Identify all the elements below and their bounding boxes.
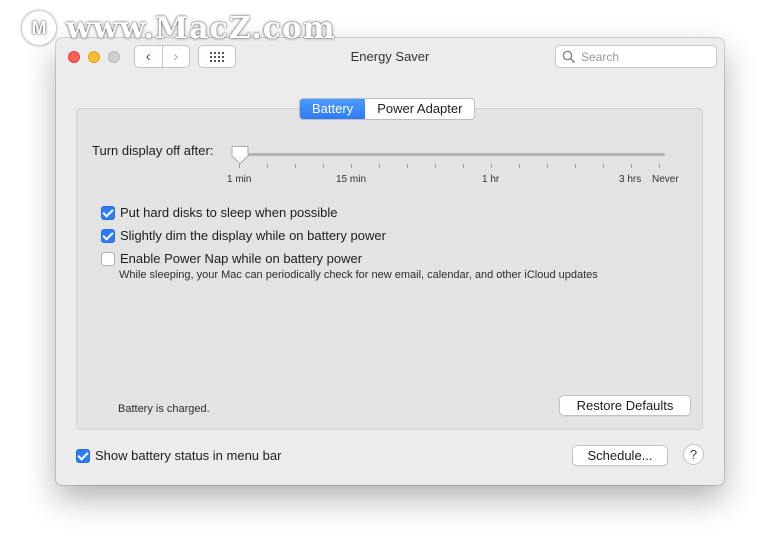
help-icon: ? <box>689 447 698 462</box>
slider-tick <box>463 164 464 168</box>
slider-tick <box>379 164 380 168</box>
slider-tick <box>239 164 240 168</box>
search-icon <box>562 50 575 63</box>
slider-tick <box>295 164 296 168</box>
watermark: M www.MacZ.com <box>22 8 336 48</box>
energy-saver-window: ‹ › Energy Saver Battery Power Adapter <box>56 38 724 485</box>
tab-power-adapter[interactable]: Power Adapter <box>365 99 474 119</box>
tab-bar: Battery Power Adapter <box>299 98 476 120</box>
option-menu-bar-status[interactable]: Show battery status in menu bar <box>76 448 281 463</box>
slider-tick <box>659 164 660 168</box>
slider-tick <box>435 164 436 168</box>
restore-defaults-button[interactable]: Restore Defaults <box>559 395 691 416</box>
slider-tick <box>575 164 576 168</box>
tab-battery[interactable]: Battery <box>300 99 366 119</box>
slider-tick <box>267 164 268 168</box>
power-nap-checkbox[interactable] <box>101 251 115 266</box>
slider-tick <box>323 164 324 168</box>
slider-tick <box>603 164 604 168</box>
watermark-logo: M <box>22 11 56 45</box>
display-sleep-label: Turn display off after: <box>92 143 214 158</box>
hard-disk-sleep-checkbox[interactable] <box>101 205 115 220</box>
tick-label-15-min: 15 min <box>336 174 367 185</box>
menu-bar-status-checkbox[interactable] <box>76 448 90 463</box>
battery-status-text: Battery is charged. <box>118 403 210 415</box>
display-sleep-slider-track[interactable] <box>232 153 665 156</box>
dim-display-checkbox[interactable] <box>101 228 115 243</box>
option-dim-display[interactable]: Slightly dim the display while on batter… <box>101 228 386 243</box>
search-field[interactable] <box>555 45 717 68</box>
tick-label-1-hr: 1 hr <box>482 174 500 185</box>
watermark-text: www.MacZ.com <box>66 10 336 46</box>
tick-label-3-hrs: 3 hrs <box>619 174 642 185</box>
hard-disk-sleep-label: Put hard disks to sleep when possible <box>120 205 338 220</box>
power-nap-label: Enable Power Nap while on battery power <box>120 251 363 266</box>
slider-tick <box>631 164 632 168</box>
option-hard-disk-sleep[interactable]: Put hard disks to sleep when possible <box>101 205 338 220</box>
search-input[interactable] <box>579 48 713 65</box>
tick-label-1-min: 1 min <box>227 174 252 185</box>
slider-tick <box>351 164 352 168</box>
help-button[interactable]: ? <box>683 444 704 465</box>
slider-tick <box>407 164 408 168</box>
schedule-button[interactable]: Schedule... <box>572 445 668 466</box>
tick-label-never: Never <box>652 174 679 185</box>
display-sleep-slider-thumb[interactable] <box>231 145 249 165</box>
menu-bar-status-label: Show battery status in menu bar <box>95 448 282 463</box>
slider-tick <box>519 164 520 168</box>
power-nap-description: While sleeping, your Mac can periodicall… <box>119 269 598 281</box>
option-power-nap[interactable]: Enable Power Nap while on battery power <box>101 251 362 266</box>
slider-tick <box>547 164 548 168</box>
slider-tick <box>491 164 492 168</box>
dim-display-label: Slightly dim the display while on batter… <box>120 228 386 243</box>
